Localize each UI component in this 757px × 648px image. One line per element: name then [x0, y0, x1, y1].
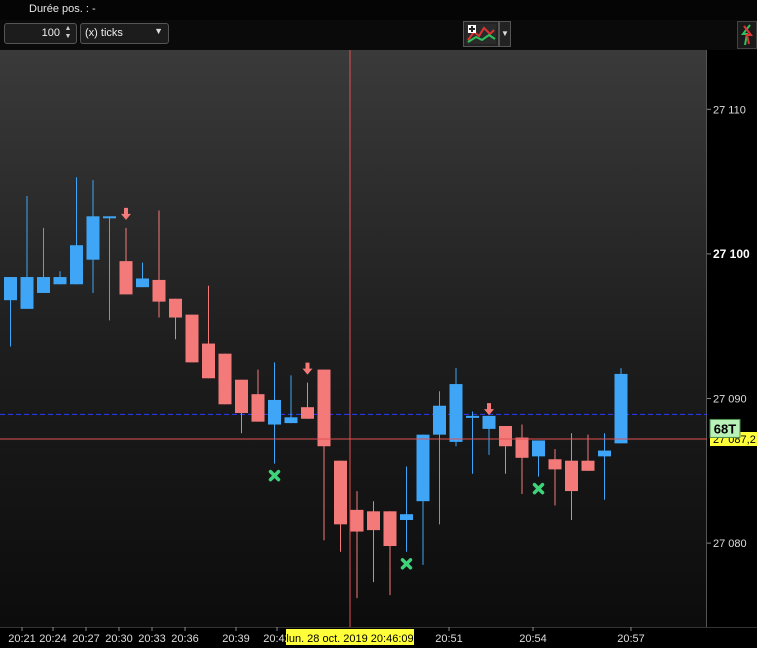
chart-area[interactable] — [0, 50, 707, 627]
stepper-arrows-icon[interactable]: ▲ ▼ — [63, 25, 73, 42]
chart-tools-icon — [466, 24, 496, 44]
time-axis[interactable] — [0, 627, 757, 648]
chevron-down-icon[interactable]: ▼ — [154, 26, 163, 36]
quantity-stepper[interactable]: 100 ▲ ▼ — [4, 23, 77, 44]
position-duration-label: Durée pos. : - — [29, 3, 96, 15]
position-bar: Durée pos. : - — [0, 0, 757, 21]
trade-arrows-icon — [740, 24, 754, 46]
unit-select[interactable]: (x) ticks ▼ — [80, 23, 169, 44]
unit-label: (x) ticks — [85, 27, 123, 39]
chart-tools-button[interactable] — [463, 21, 499, 47]
price-axis[interactable] — [707, 50, 757, 627]
chart-tools-dropdown[interactable]: ▼ — [499, 21, 511, 47]
quantity-value[interactable]: 100 — [42, 27, 60, 39]
trade-arrows-button[interactable] — [737, 21, 757, 49]
